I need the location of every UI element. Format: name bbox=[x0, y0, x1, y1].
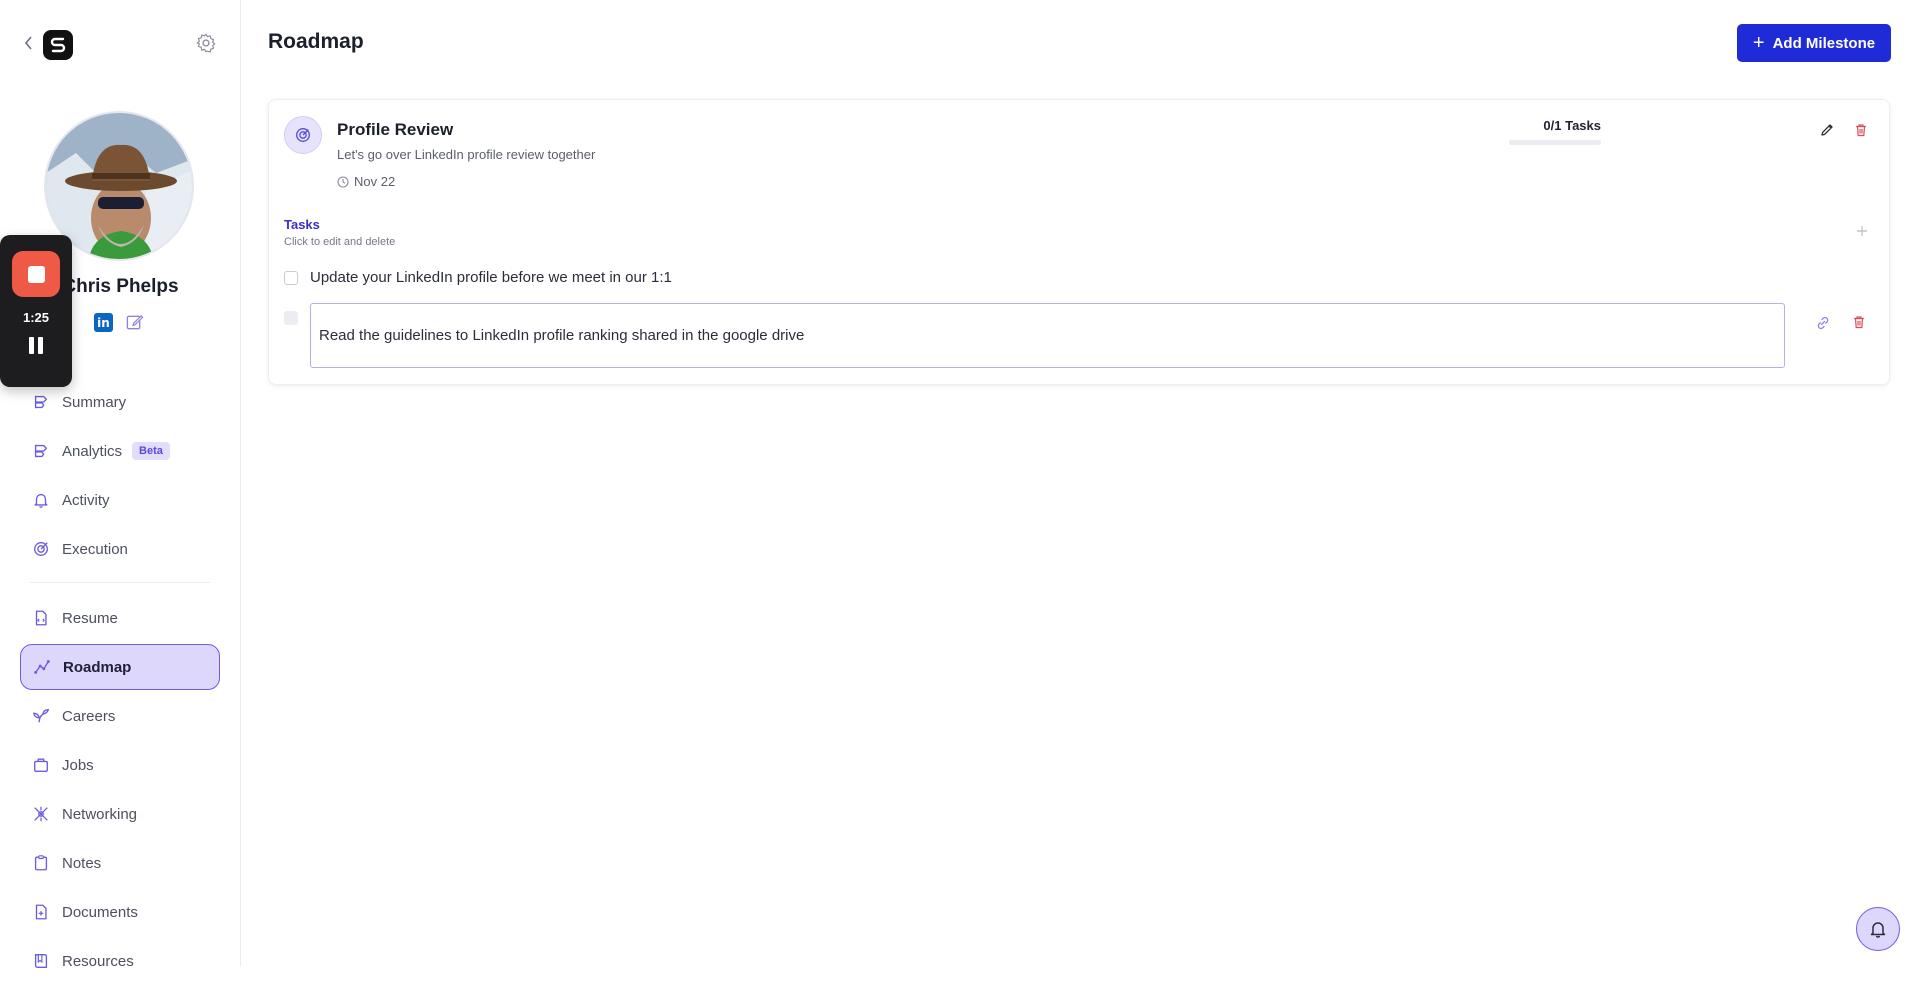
bell-icon bbox=[34, 493, 48, 508]
sidebar-item-notes[interactable]: Notes bbox=[20, 840, 220, 886]
tasks-hint: Click to edit and delete bbox=[284, 236, 396, 248]
network-icon bbox=[34, 806, 48, 822]
resume-icon bbox=[35, 610, 47, 626]
sidebar-item-label: Analytics bbox=[62, 442, 123, 460]
sidebar-item-networking[interactable]: Networking bbox=[20, 791, 220, 837]
edit-profile-icon[interactable] bbox=[125, 313, 144, 332]
milestone-date-text: Nov 22 bbox=[354, 174, 396, 189]
app-logo[interactable] bbox=[43, 30, 73, 60]
sidebar-item-label: Roadmap bbox=[63, 658, 132, 676]
screen-recorder-widget: 1:25 bbox=[0, 235, 72, 387]
task-text[interactable]: Update your LinkedIn profile before we m… bbox=[310, 269, 672, 286]
milestone-date: Nov 22 bbox=[337, 174, 395, 189]
back-chevron-icon[interactable] bbox=[22, 33, 36, 53]
sidebar-item-careers[interactable]: Careers bbox=[20, 693, 220, 739]
sidebar-item-label: Networking bbox=[62, 805, 138, 823]
beta-badge: Beta bbox=[132, 442, 170, 460]
add-task-icon[interactable] bbox=[1855, 224, 1869, 238]
sidebar-item-label: Documents bbox=[62, 903, 138, 921]
task-progress-bar bbox=[1509, 140, 1601, 145]
social-links: in bbox=[94, 313, 144, 332]
plus-icon: + bbox=[1752, 32, 1765, 54]
sidebar-item-label: Activity bbox=[62, 491, 110, 509]
sidebar-item-label: Jobs bbox=[62, 756, 94, 774]
sidebar-item-label: Summary bbox=[62, 393, 127, 411]
briefcase-icon bbox=[34, 758, 48, 772]
task-checkbox[interactable] bbox=[284, 311, 298, 325]
nav-divider bbox=[30, 582, 210, 583]
sidebar-item-label: Execution bbox=[62, 540, 128, 558]
roadmap-icon bbox=[34, 660, 50, 674]
task-checkbox[interactable] bbox=[284, 270, 298, 285]
add-milestone-label: Add Milestone bbox=[1772, 34, 1876, 52]
stop-recording-button[interactable] bbox=[12, 251, 60, 297]
linkedin-icon[interactable]: in bbox=[94, 313, 113, 332]
sidebar-item-analytics[interactable]: Analytics Beta bbox=[20, 428, 220, 474]
sidebar-item-activity[interactable]: Activity bbox=[20, 477, 220, 523]
task-progress-label: 0/1 Tasks bbox=[1543, 118, 1601, 133]
sidebar-item-label: Notes bbox=[62, 854, 102, 872]
delete-task-icon[interactable] bbox=[1851, 314, 1867, 330]
link-icon[interactable] bbox=[1815, 315, 1831, 331]
tasks-heading: Tasks bbox=[284, 217, 320, 232]
recording-time: 1:25 bbox=[22, 310, 50, 325]
sidebar-item-jobs[interactable]: Jobs bbox=[20, 742, 220, 788]
book-icon bbox=[34, 954, 48, 968]
delete-milestone-icon[interactable] bbox=[1853, 122, 1869, 138]
sidebar-item-roadmap[interactable]: Roadmap bbox=[20, 644, 220, 690]
sprout-icon bbox=[32, 709, 50, 723]
milestone-title[interactable]: Profile Review bbox=[337, 120, 453, 140]
sidebar-item-label: Resume bbox=[62, 609, 118, 627]
sidebar-item-resume[interactable]: Resume bbox=[20, 595, 220, 641]
sidebar: Chris Phelps in Summary Analytics Beta A… bbox=[0, 0, 241, 970]
target-icon bbox=[34, 542, 48, 556]
add-milestone-button[interactable]: + Add Milestone bbox=[1737, 24, 1891, 62]
milestone-card: Profile Review Let's go over LinkedIn pr… bbox=[268, 99, 1890, 385]
task-row[interactable]: Update your LinkedIn profile before we m… bbox=[284, 269, 672, 286]
sidebar-item-execution[interactable]: Execution bbox=[20, 526, 220, 572]
gear-icon[interactable] bbox=[195, 32, 217, 54]
sidebar-item-label: Careers bbox=[62, 707, 116, 725]
sidebar-nav: Summary Analytics Beta Activity Executio… bbox=[20, 379, 220, 987]
pause-icon[interactable] bbox=[29, 337, 43, 354]
edit-milestone-icon[interactable] bbox=[1819, 122, 1835, 138]
page-title: Roadmap bbox=[268, 30, 364, 53]
stop-icon bbox=[27, 265, 45, 283]
task-edit-input[interactable]: Read the guidelines to LinkedIn profile … bbox=[310, 303, 1785, 368]
clock-icon bbox=[337, 175, 349, 188]
notifications-bell-icon[interactable] bbox=[1856, 907, 1900, 951]
sidebar-item-label: Resources bbox=[62, 952, 134, 970]
milestone-description: Let's go over LinkedIn profile review to… bbox=[337, 147, 596, 162]
sidebar-item-documents[interactable]: Documents bbox=[20, 889, 220, 935]
target-icon bbox=[284, 116, 322, 154]
sidebar-item-resources[interactable]: Resources bbox=[20, 938, 220, 984]
document-icon bbox=[35, 904, 47, 920]
summary-icon bbox=[34, 395, 48, 409]
clipboard-icon bbox=[34, 855, 48, 871]
analytics-icon bbox=[34, 444, 48, 458]
